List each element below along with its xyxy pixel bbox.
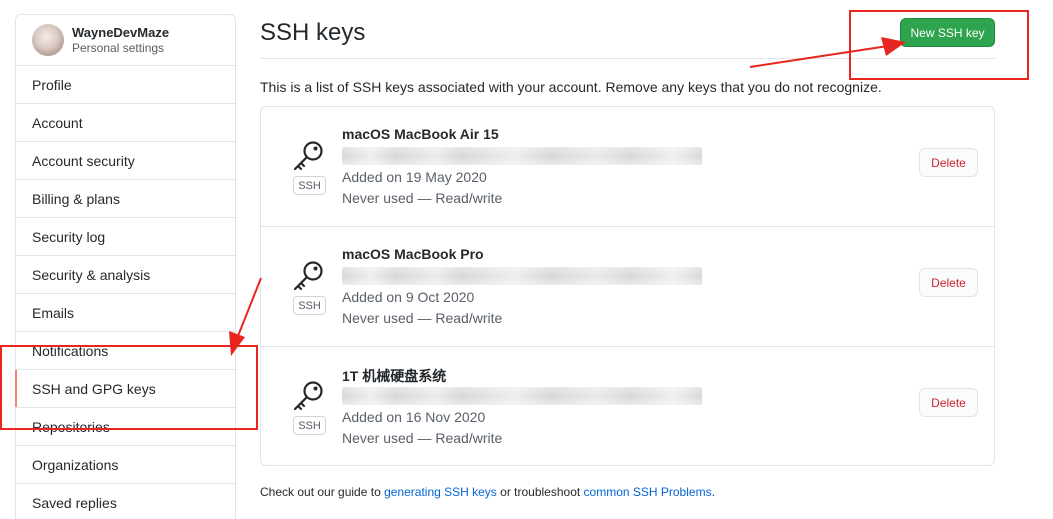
generating-ssh-keys-link[interactable]: generating SSH keys bbox=[384, 485, 497, 499]
ssh-badge: SSH bbox=[293, 416, 326, 435]
fingerprint-redacted bbox=[342, 387, 702, 405]
key-icon bbox=[293, 141, 323, 171]
username[interactable]: WayneDevMaze bbox=[72, 25, 169, 41]
key-icon bbox=[293, 261, 323, 291]
key-added-date: Added on 9 Oct 2020 bbox=[342, 289, 475, 305]
footer-suffix: . bbox=[711, 485, 715, 499]
sidebar-item-billing-plans[interactable]: Billing & plans bbox=[16, 180, 235, 218]
sidebar-item-emails[interactable]: Emails bbox=[16, 294, 235, 332]
delete-key-button[interactable]: Delete bbox=[919, 388, 978, 417]
sidebar-item-repositories[interactable]: Repositories bbox=[16, 408, 235, 446]
key-added-date: Added on 19 May 2020 bbox=[342, 169, 487, 185]
profile-header[interactable]: WayneDevMaze Personal settings bbox=[16, 15, 235, 66]
sidebar-item-account[interactable]: Account bbox=[16, 104, 235, 142]
page-title: SSH keys bbox=[260, 19, 366, 46]
footer-middle: or troubleshoot bbox=[496, 485, 584, 499]
ssh-key-list: SSH macOS MacBook Air 15 Added on 19 May… bbox=[260, 106, 995, 466]
ssh-key-row: SSH 1T 机械硬盘系统 Added on 16 Nov 2020 Never… bbox=[261, 347, 994, 467]
sidebar-item-profile[interactable]: Profile bbox=[16, 66, 235, 104]
keys-description: This is a list of SSH keys associated wi… bbox=[260, 79, 882, 95]
key-title: macOS MacBook Pro bbox=[342, 246, 484, 262]
ssh-badge: SSH bbox=[293, 176, 326, 195]
key-usage: Never used — Read/write bbox=[342, 190, 503, 206]
sidebar-item-saved-replies[interactable]: Saved replies bbox=[16, 484, 235, 519]
ssh-key-row: SSH macOS MacBook Air 15 Added on 19 May… bbox=[261, 107, 994, 227]
annotation-arrow-line-left bbox=[237, 277, 262, 337]
delete-key-button[interactable]: Delete bbox=[919, 268, 978, 297]
sidebar-item-account-security[interactable]: Account security bbox=[16, 142, 235, 180]
settings-sidebar: WayneDevMaze Personal settings Profile A… bbox=[15, 14, 236, 519]
key-added-date: Added on 16 Nov 2020 bbox=[342, 409, 486, 425]
sidebar-item-organizations[interactable]: Organizations bbox=[16, 446, 235, 484]
common-ssh-problems-link[interactable]: common SSH Problems bbox=[584, 485, 712, 499]
sidebar-item-notifications[interactable]: Notifications bbox=[16, 332, 235, 370]
avatar[interactable] bbox=[32, 24, 64, 56]
footer-prefix: Check out our guide to bbox=[260, 485, 385, 499]
delete-key-button[interactable]: Delete bbox=[919, 148, 978, 177]
title-divider bbox=[260, 58, 995, 59]
key-title: 1T 机械硬盘系统 bbox=[342, 368, 447, 384]
fingerprint-redacted bbox=[342, 267, 702, 285]
annotation-arrow-line-top bbox=[749, 45, 889, 68]
key-title: macOS MacBook Air 15 bbox=[342, 126, 499, 142]
new-ssh-key-button[interactable]: New SSH key bbox=[900, 18, 995, 47]
footer-note: Check out our guide to generating SSH ke… bbox=[260, 485, 715, 499]
ssh-badge: SSH bbox=[293, 296, 326, 315]
profile-text: WayneDevMaze Personal settings bbox=[72, 25, 169, 56]
key-usage: Never used — Read/write bbox=[342, 310, 503, 326]
fingerprint-redacted bbox=[342, 147, 702, 165]
sidebar-item-security-analysis[interactable]: Security & analysis bbox=[16, 256, 235, 294]
personal-settings-label: Personal settings bbox=[72, 40, 165, 55]
sidebar-item-security-log[interactable]: Security log bbox=[16, 218, 235, 256]
ssh-key-row: SSH macOS MacBook Pro Added on 9 Oct 202… bbox=[261, 227, 994, 347]
key-usage: Never used — Read/write bbox=[342, 430, 503, 446]
key-icon bbox=[293, 381, 323, 411]
sidebar-item-ssh-gpg-keys[interactable]: SSH and GPG keys bbox=[15, 370, 235, 408]
